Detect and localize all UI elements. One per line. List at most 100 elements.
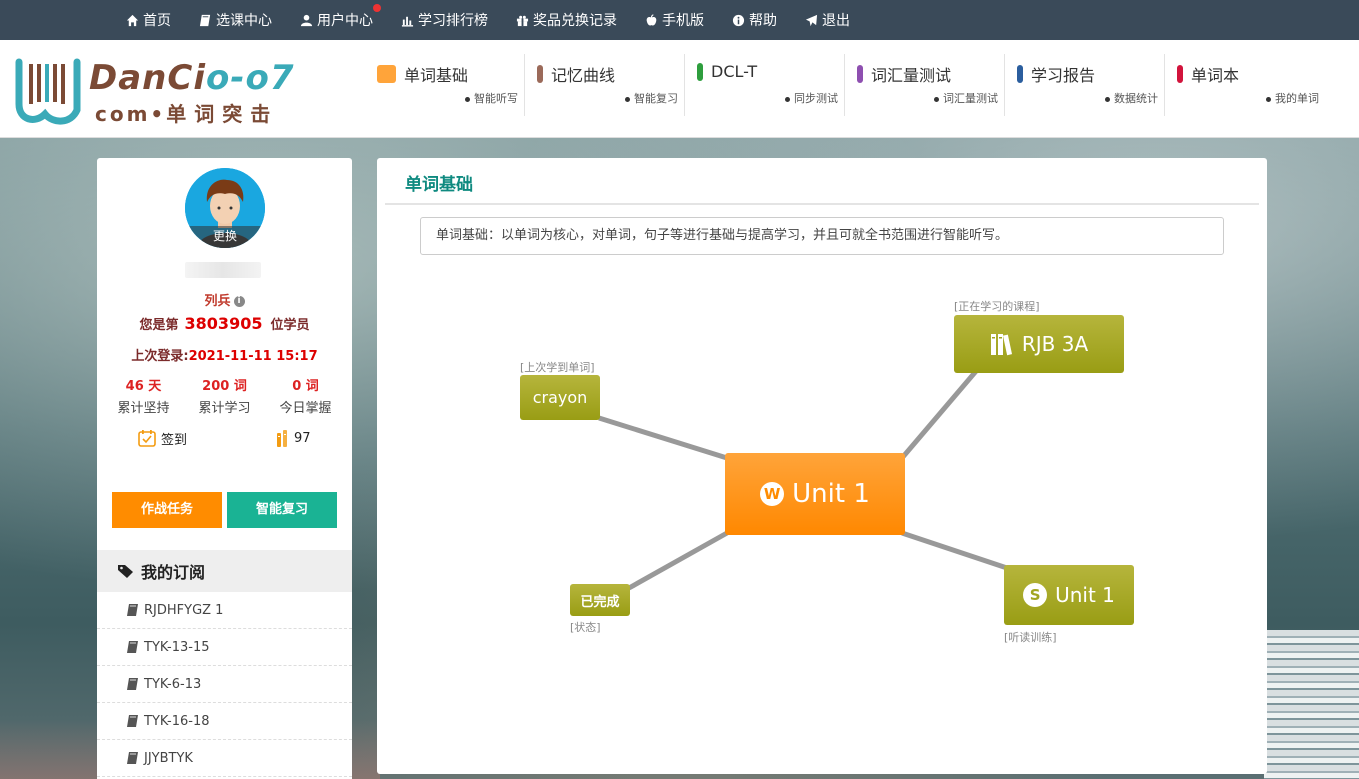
subscription-name: JJYBTYK [144,750,193,766]
menu-sub-link[interactable]: 智能听写 [465,90,518,106]
checkin-label: 签到 [161,432,188,448]
info-icon[interactable]: i [233,296,245,307]
subscription-name: TYK-13-15 [144,639,210,655]
nav-logout-label: 退出 [822,13,850,29]
last-word-caption: [上次学到单词] [520,361,595,374]
menu-sub-link[interactable]: 数据统计 [1105,90,1158,106]
listening-label: Unit 1 [1055,583,1115,607]
menu-word-basics[interactable]: 单词基础 智能听写 [365,54,525,116]
menu-swatch [857,65,863,83]
study-stats: 46 天累计坚持 200 词累计学习 0 词今日掌握 [97,375,352,416]
order-number: 3803905 [184,314,263,333]
listening-node[interactable]: S Unit 1 [1004,565,1134,625]
nav-logout[interactable]: 退出 [805,10,850,30]
last-login-value: 2021-11-11 15:17 [188,349,318,364]
stat-label: 累计学习 [198,401,251,416]
current-course-caption: [正在学习的课程] [954,300,1040,313]
menu-vocab-test[interactable]: 词汇量测试 词汇量测试 [845,54,1005,116]
bar-chart-icon [401,16,414,27]
nav-mobile-label: 手机版 [662,13,704,29]
stat-label: 今日掌握 [279,401,332,416]
nav-mobile[interactable]: 手机版 [645,10,704,30]
module-menu: 单词基础 智能听写 记忆曲线 智能复习 DCL-T 同步测试 词汇量测试 词汇量… [365,54,1325,116]
nav-leaderboard-label: 学习排行榜 [418,13,488,29]
nav-user-center-label: 用户中心 [317,13,373,29]
menu-swatch [1177,65,1183,83]
subscription-item[interactable]: TYK-16-18 [97,703,352,740]
menu-memory-curve[interactable]: 记忆曲线 智能复习 [525,54,685,116]
stat-value: 46 天 [125,379,162,394]
stat-value: 0 词 [292,379,319,394]
center-unit-node[interactable]: W Unit 1 [725,453,905,535]
logo-sub-b: 单词突击 [166,102,279,126]
site-logo[interactable]: DanCio-o7 com•单词突击 [15,50,325,130]
checkin-button[interactable]: 签到 [137,428,187,448]
username-blurred [185,262,261,278]
tags-icon [118,565,133,578]
subscriptions-header: 我的订阅 [97,550,352,592]
nav-prize-records-label: 奖品兑换记录 [533,13,617,29]
book-icon [127,752,138,764]
nav-course-center[interactable]: 选课中心 [199,10,272,30]
info-icon [732,14,745,26]
avatar[interactable]: 更换 [185,168,265,248]
subscriptions-title: 我的订阅 [141,563,206,582]
menu-label: 单词本 [1191,66,1240,85]
nav-user-center[interactable]: 用户中心 [300,4,381,30]
stat-days: 46 天累计坚持 [117,375,169,416]
change-avatar-button[interactable]: 更换 [185,226,265,248]
menu-label: 词汇量测试 [871,66,952,85]
background-books [1264,630,1359,779]
smart-review-button[interactable]: 智能复习 [227,492,337,528]
menu-sub-link[interactable]: 词汇量测试 [934,90,998,106]
logo-w-icon: W [760,482,785,506]
menu-swatch [697,62,703,81]
subscription-item[interactable]: RJDHFYGZ 1 [97,592,352,629]
logo-mark-icon [15,58,81,125]
menu-label: DCL-T [711,62,758,81]
coins-icon [277,430,287,447]
top-nav-bar: 首页 选课中心 用户中心 学习排行榜 奖品兑换记录 手机版 帮助 退出 [0,0,1359,40]
subscription-item[interactable]: TYK-6-13 [97,666,352,703]
center-unit-label: Unit 1 [792,479,870,509]
stat-value: 200 词 [202,379,247,394]
logo-brand-b: o-o7 [205,58,295,98]
menu-sub-link[interactable]: 我的单词 [1266,90,1319,106]
menu-swatch [1017,65,1023,83]
subscription-item[interactable]: JJYBTYK [97,740,352,777]
order-prefix: 您是第 [139,318,179,333]
rank-text: 列兵 [204,294,231,309]
books-icon [990,334,1012,356]
nav-prize-records[interactable]: 奖品兑换记录 [516,10,617,30]
stat-label: 累计坚持 [117,401,170,416]
nav-home-label: 首页 [143,13,171,29]
menu-dclt[interactable]: DCL-T 同步测试 [685,54,845,116]
menu-study-report[interactable]: 学习报告 数据统计 [1005,54,1165,116]
subscription-item[interactable]: TYK-13-15 [97,629,352,666]
book-icon [127,715,138,727]
rank-label: 列兵 i [97,290,352,309]
battle-task-button[interactable]: 作战任务 [112,492,222,528]
menu-swatch [377,65,396,83]
subscription-name: TYK-16-18 [144,713,210,729]
current-course-node[interactable]: RJB 3A [954,315,1124,373]
menu-sub-link[interactable]: 智能复习 [625,90,678,106]
header: DanCio-o7 com•单词突击 单词基础 智能听写 记忆曲线 智能复习 D… [0,40,1359,138]
logo-sub-a: com• [95,102,167,126]
nav-leaderboard[interactable]: 学习排行榜 [401,10,488,30]
paper-plane-icon [805,14,818,26]
nav-home[interactable]: 首页 [126,10,171,30]
main-panel: 单词基础 单词基础：以单词为核心，对单词，句子等进行基础与提高学习，并且可就全书… [377,158,1267,774]
nav-help[interactable]: 帮助 [732,10,777,30]
menu-sub-link[interactable]: 同步测试 [785,90,838,106]
book-icon [199,14,211,26]
menu-wordbook[interactable]: 单词本 我的单词 [1165,54,1325,116]
status-node[interactable]: 已完成 [570,584,630,616]
listening-caption: [听读训练] [1004,631,1057,644]
last-word-node[interactable]: crayon [520,375,600,420]
subscription-name: RJDHFYGZ 1 [144,602,224,618]
stat-mastered-today: 0 词今日掌握 [279,375,331,416]
last-login: 上次登录:2021-11-11 15:17 [97,345,352,364]
home-icon [126,14,139,26]
book-icon [127,678,138,690]
